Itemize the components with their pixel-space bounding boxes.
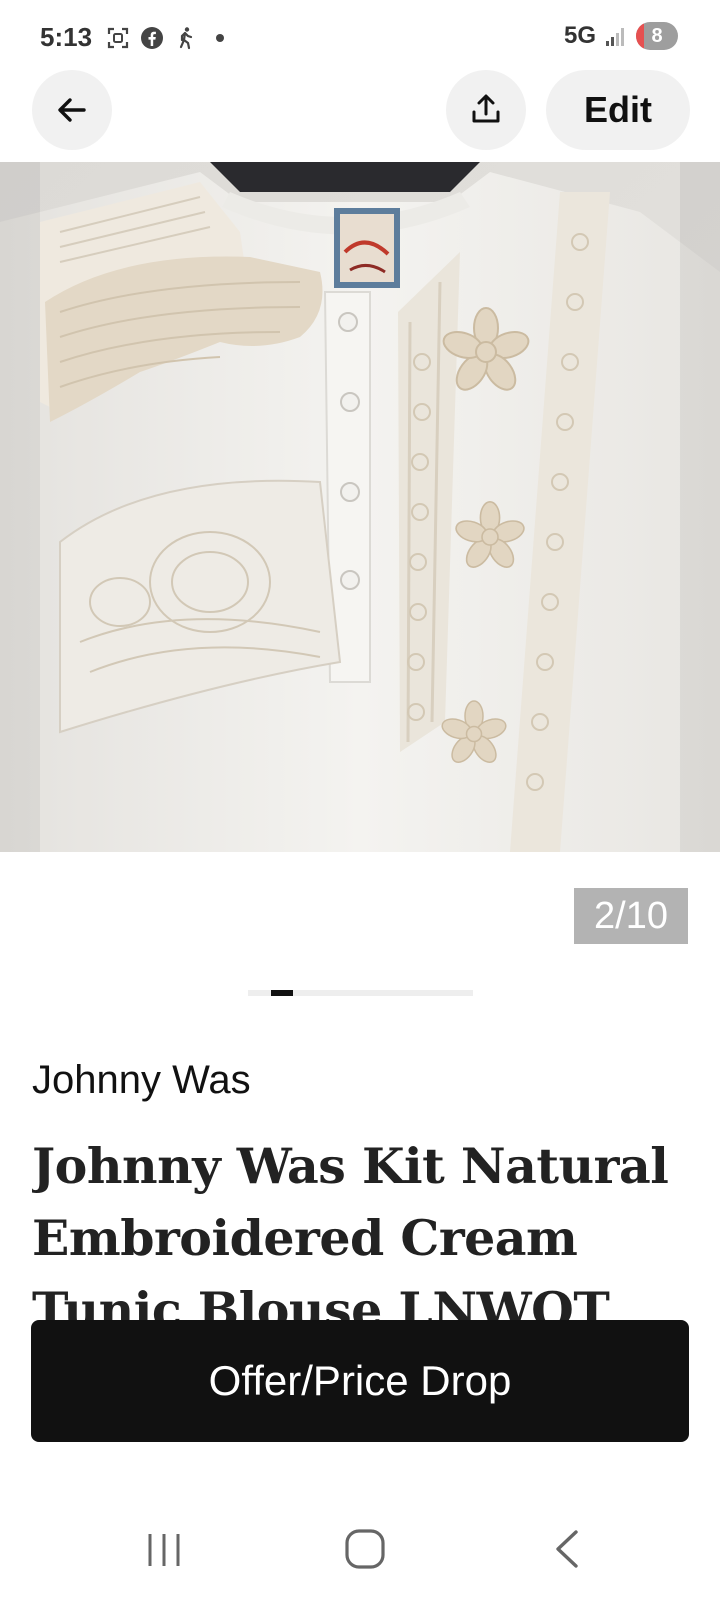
- recent-apps-icon[interactable]: [144, 1530, 184, 1570]
- facebook-icon: [140, 26, 164, 50]
- carousel-progress-track: [248, 990, 473, 996]
- battery-level: 8: [651, 24, 663, 47]
- carousel-progress-thumb: [270, 990, 293, 996]
- share-upload-icon: [472, 94, 500, 123]
- offer-price-drop-button[interactable]: Offer/Price Drop: [31, 1320, 689, 1442]
- status-bar: 5:13 5G 8: [0, 0, 720, 80]
- product-photo[interactable]: [0, 162, 720, 852]
- status-right: 5G 8: [564, 22, 678, 50]
- walking-icon: [174, 26, 198, 50]
- home-icon[interactable]: [342, 1526, 388, 1572]
- screenshot-icon: [106, 26, 130, 50]
- battery-indicator: 8: [636, 22, 678, 50]
- edit-button[interactable]: Edit: [546, 70, 690, 150]
- network-label: 5G: [563, 22, 596, 49]
- arrow-left-icon: [58, 98, 86, 122]
- photo-page-counter: 2/10: [574, 888, 688, 944]
- dot-icon: [208, 26, 232, 50]
- status-time: 5:13: [40, 22, 93, 52]
- share-button[interactable]: [446, 70, 526, 150]
- back-chevron-icon[interactable]: [550, 1528, 586, 1570]
- signal-icon: [604, 24, 628, 48]
- listing-title: Johnny Was Kit Natural Embroidered Cream…: [32, 1137, 669, 1320]
- system-nav-bar: [0, 1500, 720, 1600]
- status-notification-icons: [106, 26, 232, 50]
- brand-name[interactable]: Johnny Was: [32, 1058, 251, 1103]
- back-button[interactable]: [32, 70, 112, 150]
